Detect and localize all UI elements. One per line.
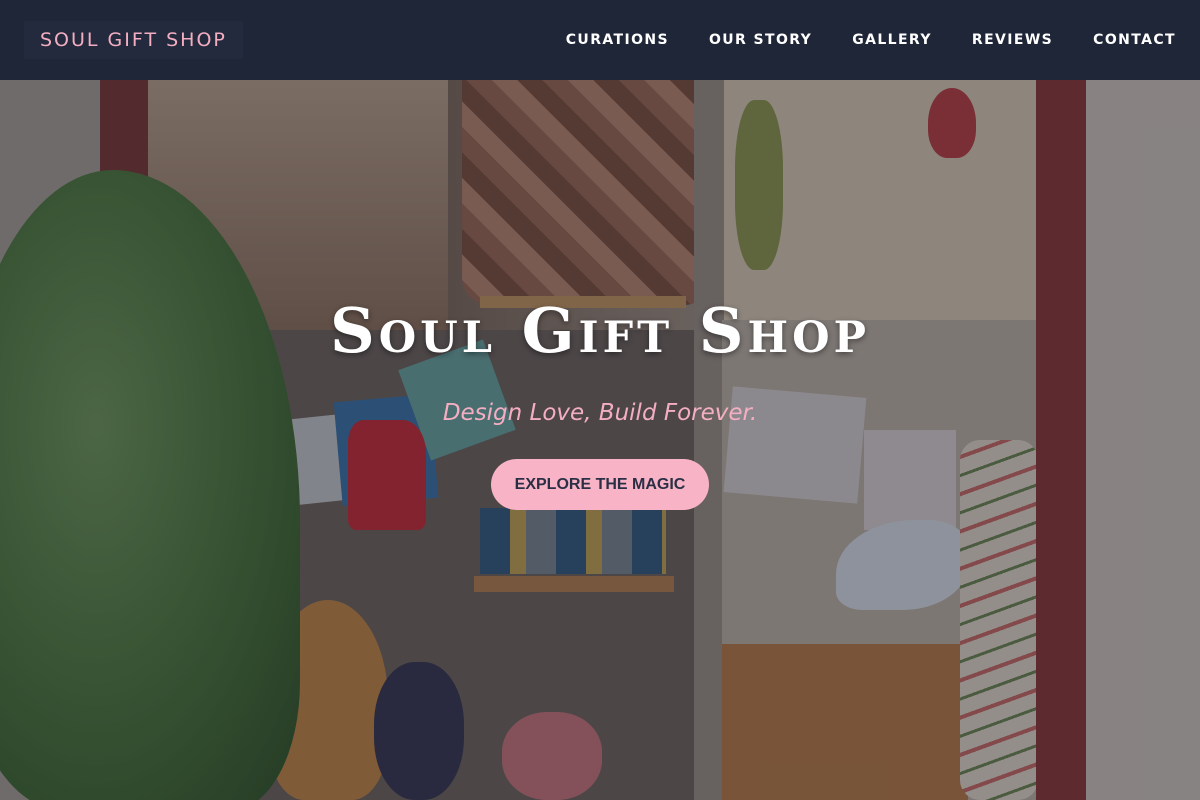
explore-button[interactable]: EXPLORE THE MAGIC	[491, 459, 709, 510]
hero-content: Soul Gift Shop Design Love, Build Foreve…	[0, 0, 1200, 800]
hero-title: Soul Gift Shop	[330, 294, 870, 367]
hero-tagline: Design Love, Build Forever.	[442, 400, 758, 426]
